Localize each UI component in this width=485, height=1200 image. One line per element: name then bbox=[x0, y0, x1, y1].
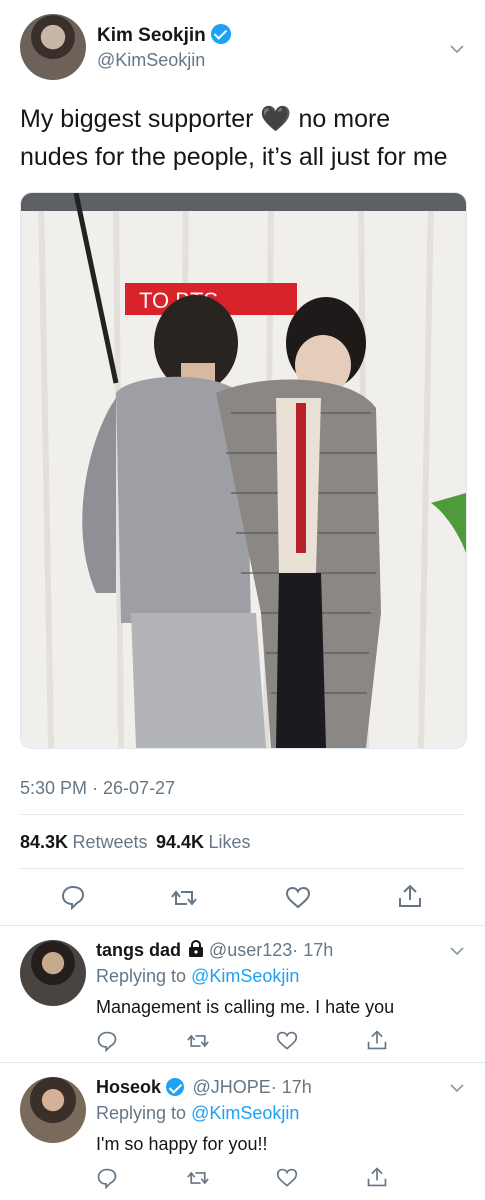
tweet-text-line2: nudes for the people, it’s all just for … bbox=[20, 143, 448, 171]
author-name-row[interactable]: Kim Seokjin bbox=[97, 24, 231, 47]
heart-emoji: 🖤 bbox=[260, 105, 292, 133]
author-display-name[interactable]: Kim Seokjin bbox=[97, 25, 206, 46]
retweet-icon[interactable] bbox=[187, 1167, 209, 1189]
replying-to: Replying to @KimSeokjin bbox=[96, 966, 299, 987]
reply-text: I'm so happy for you!! bbox=[96, 1134, 268, 1154]
lock-icon bbox=[189, 939, 204, 957]
reply-avatar[interactable] bbox=[20, 940, 86, 1006]
reply-icon[interactable] bbox=[96, 1030, 118, 1052]
reply-tweet[interactable]: tangs dad @user123· 17h Replying to @Kim… bbox=[0, 926, 485, 1062]
replying-to: Replying to @KimSeokjin bbox=[96, 1103, 299, 1124]
reply-tweet[interactable]: Hoseok @JHOPE· 17h Replying to @KimSeokj… bbox=[0, 1063, 485, 1200]
replying-to-link[interactable]: @KimSeokjin bbox=[191, 1103, 299, 1123]
tweet-photo[interactable]: TO BTS bbox=[20, 192, 467, 749]
verified-badge-icon bbox=[210, 24, 231, 44]
reply-header: Hoseok @JHOPE· 17h bbox=[96, 1077, 312, 1098]
reply-handle[interactable]: @JHOPE bbox=[192, 1077, 270, 1097]
replying-to-prefix: Replying to bbox=[96, 1103, 187, 1123]
reply-icon[interactable] bbox=[60, 884, 86, 910]
reply-text: Management is calling me. I hate you bbox=[96, 997, 395, 1017]
like-icon[interactable] bbox=[276, 1167, 298, 1189]
retweets-label: Retweets bbox=[72, 832, 148, 852]
reply-avatar[interactable] bbox=[20, 1077, 86, 1143]
share-icon[interactable] bbox=[366, 1166, 388, 1188]
likes-stat[interactable]: 94.4K Likes bbox=[156, 832, 251, 852]
likes-label: Likes bbox=[208, 832, 251, 852]
reply-header: tangs dad @user123· 17h bbox=[96, 939, 334, 961]
reply-time: · 17h bbox=[292, 940, 334, 960]
reply-icon[interactable] bbox=[96, 1167, 118, 1189]
reply-display-name[interactable]: Hoseok bbox=[96, 1077, 161, 1097]
chevron-down-icon[interactable] bbox=[450, 944, 464, 958]
chevron-down-icon[interactable] bbox=[450, 42, 464, 56]
author-avatar[interactable] bbox=[20, 14, 86, 80]
verified-badge-icon bbox=[166, 1078, 185, 1096]
tweet-timestamp[interactable]: 5:30 PM · 26-07-27 bbox=[20, 778, 175, 799]
replying-to-link[interactable]: @KimSeokjin bbox=[191, 966, 299, 986]
tweet-stats: 84.3K Retweets 94.4K Likes bbox=[20, 832, 251, 853]
reply-time: · 17h bbox=[270, 1077, 312, 1097]
retweet-icon[interactable] bbox=[187, 1030, 209, 1052]
photo-illustration: TO BTS bbox=[21, 193, 466, 748]
chevron-down-icon[interactable] bbox=[450, 1081, 464, 1095]
share-icon[interactable] bbox=[366, 1029, 388, 1051]
retweet-icon[interactable] bbox=[171, 885, 197, 911]
like-icon[interactable] bbox=[285, 885, 311, 911]
tweet-text-part2: no more bbox=[298, 105, 391, 133]
tweet-text: My biggest supporter 🖤 no more nudes for… bbox=[20, 100, 470, 176]
divider bbox=[20, 814, 465, 815]
reply-display-name[interactable]: tangs dad bbox=[96, 940, 181, 960]
like-icon[interactable] bbox=[276, 1030, 298, 1052]
likes-count: 94.4K bbox=[156, 832, 205, 852]
retweets-count: 84.3K bbox=[20, 832, 69, 852]
reply-handle[interactable]: @user123 bbox=[209, 940, 292, 960]
share-icon[interactable] bbox=[397, 883, 423, 909]
tweet-text-part1: My biggest supporter bbox=[20, 105, 254, 133]
replying-to-prefix: Replying to bbox=[96, 966, 187, 986]
retweets-stat[interactable]: 84.3K Retweets bbox=[20, 832, 152, 852]
divider bbox=[20, 868, 465, 869]
author-handle[interactable]: @KimSeokjin bbox=[97, 50, 205, 71]
